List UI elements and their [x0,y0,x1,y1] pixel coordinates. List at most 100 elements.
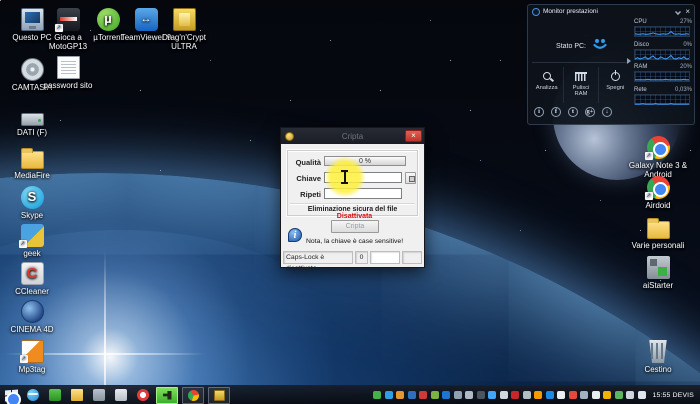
tray-icon[interactable] [546,391,554,399]
key-options-button[interactable] [405,172,416,184]
desktop-icon-dati-f[interactable]: DATI (F) [6,108,58,137]
desktop-icon-varie-personali[interactable]: Varie personali [628,218,688,250]
chrome-shortcut-icon: ↗ [647,136,670,159]
counter-value: 0 [355,251,368,264]
tray-icon[interactable] [534,391,542,399]
tray-icon[interactable] [638,391,646,399]
tray-icon[interactable] [511,391,519,399]
ram-graph [634,71,690,82]
desktop-icon-cinema4d[interactable]: CINEMA 4D [6,300,58,334]
pinned-app-icon[interactable] [115,389,127,401]
tray-icon[interactable] [373,391,381,399]
desktop-icon-geek[interactable]: ↗ geek [6,224,58,258]
repeat-label: Ripeti [288,190,321,199]
monitor-header[interactable]: Monitor prestazioni × [528,5,694,18]
dialog-titlebar[interactable]: Cripta × [281,128,424,144]
tray-icon[interactable] [615,391,623,399]
camtasia-icon [21,58,44,81]
pc-status-label: Stato PC: [556,43,586,50]
tray-icon[interactable] [580,391,588,399]
dragncrypt-icon [214,390,225,401]
expand-arrow-icon[interactable] [627,58,631,64]
button-label: Pulisci RAM [566,85,596,97]
meter-name: Rete [634,87,647,94]
taskbar-button-chrome[interactable] [182,387,204,404]
tray-icon[interactable] [603,391,611,399]
twitter-icon[interactable]: t [568,107,578,117]
tray-icon[interactable] [419,391,427,399]
internet-explorer-icon[interactable] [27,389,39,401]
desktop-icon-cestino[interactable]: Cestino [628,340,688,374]
cinema4d-icon [21,300,44,323]
facebook-icon[interactable]: f [551,107,561,117]
key-input[interactable] [324,172,402,183]
analyze-button[interactable]: Analizza [530,67,564,103]
desktop-icon-password-sito[interactable]: password sito [42,56,94,90]
taskbar-button-attention[interactable] [156,387,178,404]
mp3tag-icon: ↗ [21,340,44,363]
desktop-icon-ccleaner[interactable]: C CCleaner [6,262,58,296]
desktop-icon-airdoid[interactable]: ↗ Airdoid [628,176,688,210]
network-graph [634,94,690,105]
pc-status-row: Stato PC: [534,37,630,51]
close-button[interactable]: × [405,130,422,142]
meter-value: 27% [680,19,692,26]
collapse-icon[interactable] [675,9,681,15]
capslock-status: Caps-Lock è disattivato [283,251,353,264]
tray-icon[interactable] [431,391,439,399]
taskbar-button-dragncrypt[interactable] [208,387,230,404]
shutdown-button[interactable]: Spegni [599,67,632,103]
secure-delete-row[interactable]: Eliminazione sicura del file Disattivata [288,206,417,220]
tray-icon[interactable] [396,391,404,399]
disk-drive-icon [21,113,44,126]
folder-icon [647,221,670,239]
monitor-buttons: Analizza Pulisci RAM Spegni [530,67,632,103]
aistarter-icon [647,256,670,279]
dialog-statusbar: Caps-Lock è disattivato 0 [283,251,422,264]
close-icon[interactable]: × [685,8,690,16]
desktop-icon-aistarter[interactable]: aiStarter [628,256,688,290]
tray-icon[interactable] [408,391,416,399]
tray-icon[interactable] [488,391,496,399]
googleplus-icon[interactable]: g+ [585,107,595,117]
download-icon[interactable]: ↓ [602,107,612,117]
tray-icon[interactable] [454,391,462,399]
tray-icon[interactable] [442,391,450,399]
desktop-icon-mediafire[interactable]: MediaFire [6,148,58,180]
desktop-icon-dragncrypt[interactable]: Drag'n'Crypt ULTRA [158,8,210,51]
disk-meter: Disco0% [634,42,694,60]
taskbar-clock[interactable]: 15:55 DEVIS [653,392,695,399]
tray-icon[interactable] [626,391,634,399]
geek-icon: ↗ [21,224,44,247]
utorrent-icon: µ [97,8,120,31]
tray-icon[interactable] [465,391,473,399]
button-label: Analizza [530,85,563,91]
info-icon[interactable]: i [534,107,544,117]
encrypt-button[interactable]: Cripta [331,220,379,233]
repeat-input[interactable] [324,188,402,199]
network-meter: Rete 0,03% [634,87,694,105]
tray-icon[interactable] [557,391,565,399]
tray-icon[interactable] [569,391,577,399]
pinned-app-icon[interactable] [93,389,105,401]
clean-ram-button[interactable]: Pulisci RAM [564,67,598,103]
desktop-icon-galaxy-note[interactable]: ↗ Galaxy Note 3 & Android [628,136,688,179]
crypt-groupbox: Qualità 0 % Chiave Ripeti Eliminazione s… [287,150,418,216]
camtasia-recorder-icon[interactable] [49,389,61,401]
tray-icon[interactable] [523,391,531,399]
case-sensitive-note: Nota, la chiave è case sensitive! [306,238,403,245]
meter-value: 0,03% [675,87,692,94]
tray-icon[interactable] [592,391,600,399]
icon-label: DATI (F) [6,128,58,137]
recycle-bin-icon [647,340,670,363]
tray-icon[interactable] [385,391,393,399]
file-explorer-icon[interactable] [71,389,83,401]
icon-label: Airdoid [628,201,688,210]
pinned-app-icon[interactable] [137,389,149,401]
tray-icon[interactable] [477,391,485,399]
tray-icon[interactable] [500,391,508,399]
system-tray [373,391,646,399]
monitor-app-icon [532,8,540,16]
desktop-icon-skype[interactable]: S Skype [6,186,58,220]
desktop-icon-mp3tag[interactable]: ↗ Mp3tag [6,340,58,374]
